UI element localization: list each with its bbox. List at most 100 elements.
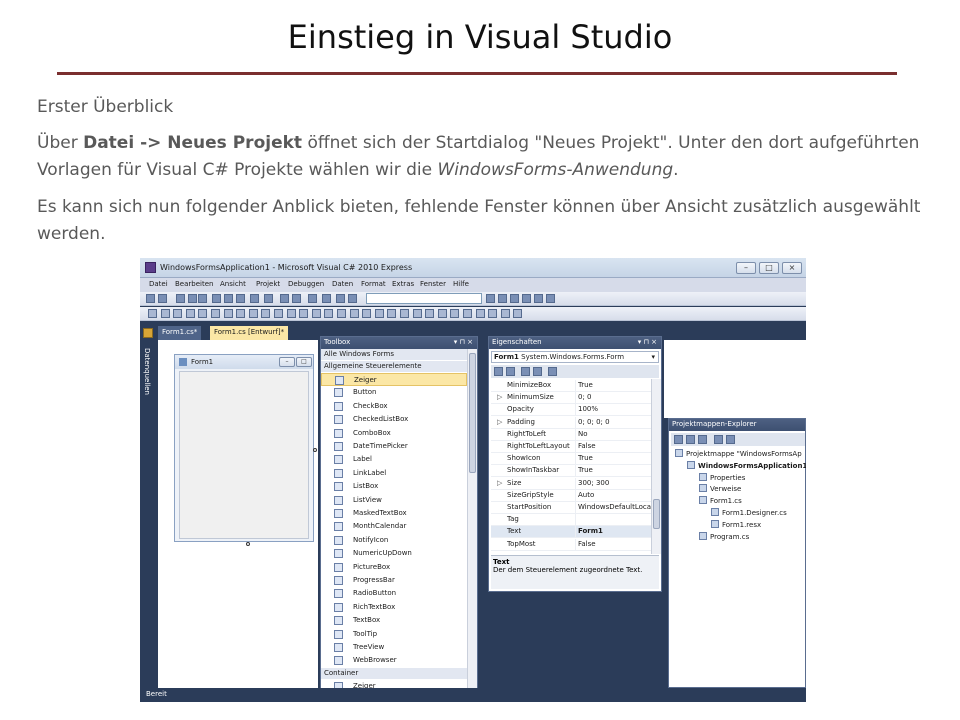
property-row[interactable]: RightToLeftLayout False [491,441,651,453]
toolbox-item[interactable]: CheckBox [321,400,467,413]
show-all-files-icon[interactable] [686,435,695,444]
toolbar-tool-icon[interactable] [176,294,185,303]
toolbox-item[interactable]: NumericUpDown [321,547,467,560]
solution-config-combo[interactable] [366,293,482,304]
property-value[interactable]: No [575,428,651,441]
toolbar-tool-icon[interactable] [236,294,245,303]
layout-tool-icon[interactable] [337,309,346,318]
property-row[interactable]: ShowInTaskbar True [491,465,651,478]
toolbox-item[interactable]: ToolTip [321,628,467,641]
property-row[interactable]: RightToLeft No [491,428,651,441]
toolbox-item[interactable]: WebBrowser [321,654,467,667]
toolbox-item[interactable]: LinkLabel [321,467,467,480]
events-icon[interactable] [533,367,542,376]
toolbox-scrollbar[interactable] [467,349,477,701]
layout-tool-icon[interactable] [374,309,384,318]
layout-tool-icon[interactable] [286,309,296,318]
toolbar-tool-icon[interactable] [224,294,233,303]
menu-format[interactable]: Format [361,280,386,288]
toolbar-tool-icon[interactable] [336,294,345,303]
property-row[interactable]: ▷ MinimumSize 0; 0 [491,392,651,405]
toolbox-item[interactable]: PictureBox [321,561,467,574]
view-designer-icon[interactable] [726,435,735,444]
toolbar-tool-icon[interactable] [498,294,507,303]
property-value[interactable]: Auto [575,489,651,502]
layout-tool-icon[interactable] [513,309,523,318]
properties-scrollbar[interactable] [651,379,661,554]
property-row[interactable]: TopMost False [491,538,651,551]
solution-item[interactable]: Form1.resx [711,519,761,531]
layout-tool-icon[interactable] [185,309,195,318]
menu-projekt[interactable]: Projekt [256,280,280,288]
toolbox-item[interactable]: MonthCalendar [321,520,467,533]
layout-tool-icon[interactable] [362,309,372,318]
toolbox-item[interactable]: RadioButton [321,587,467,600]
toolbox-item[interactable]: Zeiger [321,373,467,386]
property-row[interactable]: ▷ Size 300; 300 [491,477,651,490]
layout-tool-icon[interactable] [488,309,498,318]
layout-tool-icon[interactable] [425,309,435,318]
solution-item[interactable]: WindowsFormsApplication1 [687,460,806,472]
menu-daten[interactable]: Daten [332,280,353,288]
property-row[interactable]: ▷ Padding 0; 0; 0; 0 [491,416,651,429]
toolbox-item[interactable]: NotifyIcon [321,534,467,547]
toolbox-item[interactable]: ListView [321,494,467,507]
solution-item[interactable]: Program.cs [699,531,749,543]
toolbar-tool-icon[interactable] [486,294,495,303]
form1-client-area[interactable] [179,371,309,539]
toolbox-item[interactable]: TextBox [321,614,467,627]
property-value[interactable]: Form1 [575,526,651,539]
toolbox-item[interactable]: RichTextBox [321,601,467,614]
solution-item[interactable]: Form1.Designer.cs [711,508,787,519]
toolbox-item[interactable]: DateTimePicker [321,440,467,453]
menu-bearbeiten[interactable]: Bearbeiten [175,280,213,288]
form1-window[interactable]: Form1 – □ [174,354,314,542]
close-button[interactable]: × [782,262,802,274]
toolbar-tool-icon[interactable] [510,294,519,303]
layout-tool-icon[interactable] [400,309,409,318]
maximize-button[interactable]: □ [759,262,779,274]
layout-tool-icon[interactable] [248,309,258,318]
layout-tool-icon[interactable] [160,309,170,318]
layout-tool-icon[interactable] [148,309,157,318]
property-row[interactable]: MinimizeBox True [491,380,651,392]
property-row[interactable]: ShowIcon True [491,453,651,466]
toolbox-item[interactable]: Button [321,386,467,399]
property-pages-icon[interactable] [548,367,557,376]
toolbox-item[interactable]: ListBox [321,480,467,493]
refresh-icon[interactable] [698,435,707,444]
layout-tool-icon[interactable] [223,309,233,318]
layout-tool-icon[interactable] [500,309,510,318]
layout-tool-icon[interactable] [412,309,422,318]
layout-tool-icon[interactable] [274,309,283,318]
datasource-tab[interactable]: Datenquellen [143,348,151,395]
solution-item[interactable]: Properties [699,472,745,484]
menu-debuggen[interactable]: Debuggen [288,280,324,288]
property-row[interactable]: Text Form1 [491,526,651,539]
toolbar-tool-icon[interactable] [308,294,317,303]
toolbox-item[interactable]: ComboBox [321,427,467,440]
property-row[interactable]: Tag [491,514,651,527]
layout-tool-icon[interactable] [387,309,397,318]
toolbox-group-container[interactable]: Container [321,667,467,679]
layout-tool-icon[interactable] [236,309,246,318]
toolbar-tool-icon[interactable] [250,294,259,303]
property-value[interactable]: True [575,465,651,478]
property-value[interactable]: False [575,538,651,551]
property-value[interactable]: 0; 0 [575,392,651,405]
layout-tool-icon[interactable] [311,309,321,318]
layout-tool-icon[interactable] [437,309,447,318]
view-code-icon[interactable] [714,435,723,444]
property-value[interactable]: 300; 300 [575,477,651,490]
layout-tool-icon[interactable] [450,309,460,318]
solution-item[interactable]: Projektmappe "WindowsFormsAp [675,449,802,460]
property-value[interactable]: False [575,441,651,453]
minimize-button[interactable]: – [736,262,756,274]
property-value[interactable] [575,514,651,527]
properties-icon[interactable] [521,367,530,376]
toolbar-tool-icon[interactable] [280,294,289,303]
layout-tool-icon[interactable] [173,309,183,318]
toolbar-tool-icon[interactable] [322,294,331,303]
tab-form1-designer[interactable]: Form1.cs [Entwurf]* [210,326,289,340]
resize-handle-right[interactable] [313,448,317,452]
